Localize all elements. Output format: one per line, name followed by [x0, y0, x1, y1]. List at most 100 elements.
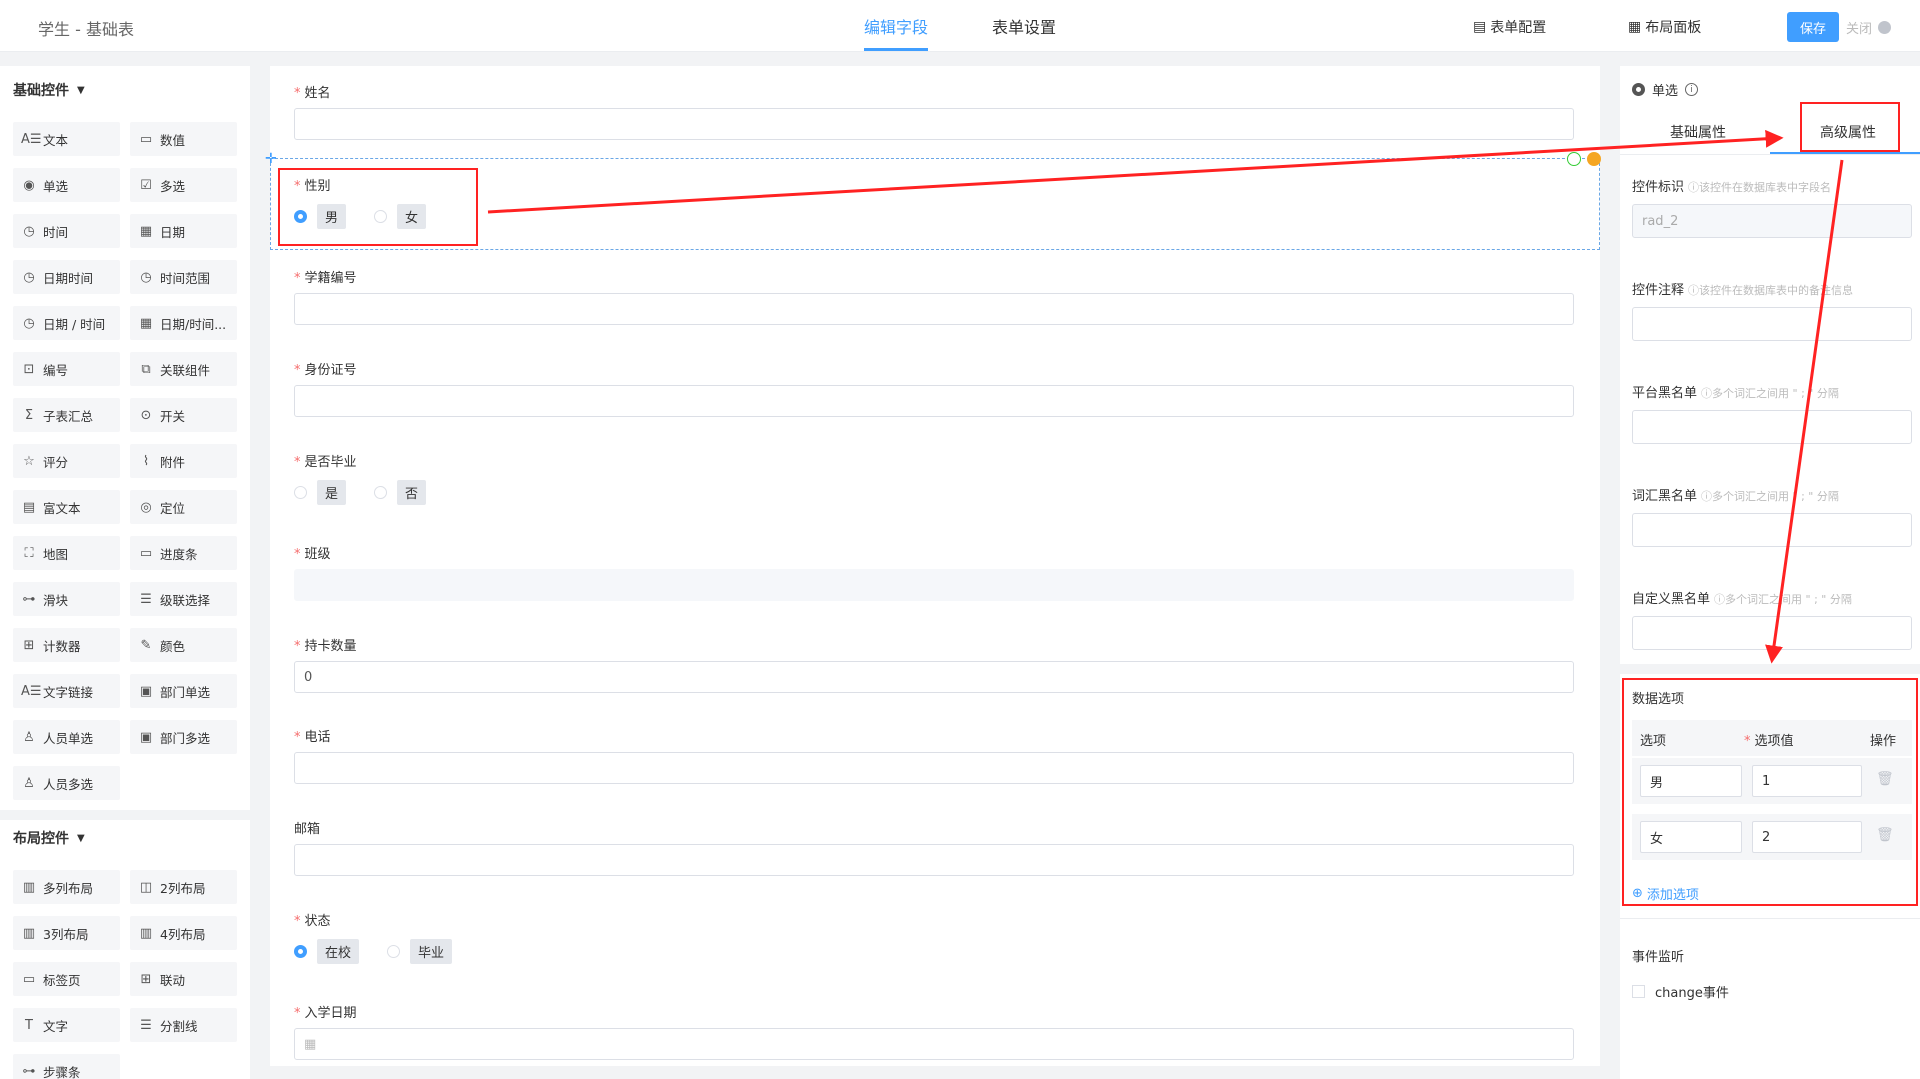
widget-basic-2[interactable]: ◉ 单选 — [13, 168, 120, 202]
widget-basic-6[interactable]: ◷ 日期时间 — [13, 260, 120, 294]
radio-button[interactable] — [294, 945, 307, 958]
widget-icon: ◉ — [23, 177, 35, 193]
save-button[interactable]: 保存 — [1787, 12, 1839, 42]
field-input[interactable] — [294, 569, 1574, 601]
widget-layout-7[interactable]: ☰ 分割线 — [130, 1008, 237, 1042]
widget-basic-22[interactable]: ⊞ 计数器 — [13, 628, 120, 662]
radio-option-label[interactable]: 在校 — [317, 939, 360, 964]
radio-button[interactable] — [294, 486, 307, 499]
widget-basic-3[interactable]: ☑ 多选 — [130, 168, 237, 202]
widget-basic-13[interactable]: ⊙ 开关 — [130, 398, 237, 432]
basic-controls-title[interactable]: 基础控件 ▼ — [13, 80, 85, 100]
widget-label: 联动 — [160, 972, 186, 988]
widget-layout-3[interactable]: ▥ 4列布局 — [130, 916, 237, 950]
widget-layout-4[interactable]: ▭ 标签页 — [13, 962, 120, 996]
widget-icon: ▭ — [139, 545, 153, 561]
widget-basic-17[interactable]: ◎ 定位 — [130, 490, 237, 524]
field-input[interactable] — [294, 385, 1574, 417]
divider — [0, 810, 250, 820]
widget-icon: ⊞ — [23, 637, 35, 653]
widget-basic-15[interactable]: ⌇ 附件 — [130, 444, 237, 478]
widget-basic-7[interactable]: ◷ 时间范围 — [130, 260, 237, 294]
radio-option-label[interactable]: 是 — [317, 480, 347, 505]
widget-label: 2列布局 — [160, 880, 206, 896]
widget-layout-8[interactable]: ⊶ 步骤条 — [13, 1054, 120, 1079]
widget-icon: ▣ — [139, 729, 153, 745]
widget-basic-1[interactable]: ▭ 数值 — [130, 122, 237, 156]
delete-icon[interactable] — [1587, 152, 1601, 166]
layout-controls-title[interactable]: 布局控件 ▼ — [13, 828, 85, 848]
widget-basic-18[interactable]: ⛶ 地图 — [13, 536, 120, 570]
widget-layout-1[interactable]: ◫ 2列布局 — [130, 870, 237, 904]
field-input[interactable] — [294, 293, 1574, 325]
widget-label: 日期时间 — [43, 270, 94, 286]
widget-basic-21[interactable]: ☰ 级联选择 — [130, 582, 237, 616]
copy-icon[interactable] — [1567, 152, 1581, 166]
widget-basic-14[interactable]: ☆ 评分 — [13, 444, 120, 478]
vocab-blacklist-input[interactable] — [1632, 513, 1912, 547]
widget-label: 日期 — [160, 224, 186, 240]
widget-basic-26[interactable]: ♙ 人员单选 — [13, 720, 120, 754]
widget-icon: ♙ — [23, 775, 35, 791]
tab-basic-props[interactable]: 基础属性 — [1670, 122, 1726, 142]
tab-edit-fields[interactable]: 编辑字段 — [864, 14, 929, 51]
widget-layout-6[interactable]: T 文字 — [13, 1008, 120, 1042]
widget-icon: ☑ — [140, 177, 152, 193]
widget-layout-2[interactable]: ▥ 3列布局 — [13, 916, 120, 950]
tab-form-settings[interactable]: 表单设置 — [992, 14, 1056, 48]
radio-button[interactable] — [374, 486, 388, 499]
widget-basic-8[interactable]: ◷ 日期 / 时间 — [13, 306, 120, 340]
widget-icon: ⧉ — [141, 361, 151, 377]
widget-icon: ◫ — [139, 879, 153, 895]
widget-label: 人员多选 — [43, 776, 94, 792]
widget-basic-5[interactable]: ▦ 日期 — [130, 214, 237, 248]
widget-basic-10[interactable]: ⊡ 编号 — [13, 352, 120, 386]
widget-basic-16[interactable]: ▤ 富文本 — [13, 490, 120, 524]
radio-option-label[interactable]: 否 — [397, 480, 427, 505]
widget-basic-23[interactable]: ✎ 颜色 — [130, 628, 237, 662]
field-input[interactable]: 0 — [294, 661, 1574, 693]
custom-blacklist-label: 自定义黑名单 ⓘ多个词汇之间用 " ; " 分隔 — [1632, 592, 1852, 607]
widget-label: 日期 / 时间 — [43, 316, 106, 332]
widget-basic-12[interactable]: Σ 子表汇总 — [13, 398, 120, 432]
widget-icon: ⊶ — [22, 1063, 36, 1079]
calendar-icon: ▦ — [304, 1036, 317, 1052]
widget-basic-25[interactable]: ▣ 部门单选 — [130, 674, 237, 708]
widget-basic-27[interactable]: ▣ 部门多选 — [130, 720, 237, 754]
custom-blacklist-input[interactable] — [1632, 616, 1912, 650]
widget-icon: ◷ — [23, 315, 35, 331]
change-event-checkbox[interactable] — [1632, 985, 1645, 998]
widget-icon: A☰ — [21, 131, 42, 147]
widget-layout-5[interactable]: ⊞ 联动 — [130, 962, 237, 996]
field-label: * 是否毕业 — [294, 455, 357, 470]
field-input[interactable] — [294, 752, 1574, 784]
control-id-input[interactable]: rad_2 — [1632, 204, 1912, 238]
widget-basic-0[interactable]: A☰ 文本 — [13, 122, 120, 156]
widget-basic-19[interactable]: ▭ 进度条 — [130, 536, 237, 570]
move-icon[interactable]: ✛ — [265, 151, 277, 167]
widget-icon: ⊙ — [140, 407, 152, 423]
top-header: 学生 - 基础表 编辑字段 表单设置 ▤ 表单配置 ▦ 布局面板 保存 关闭 — [0, 0, 1920, 52]
field-input[interactable] — [294, 844, 1574, 876]
radio-option-label[interactable]: 毕业 — [410, 939, 453, 964]
control-comment-input[interactable] — [1632, 307, 1912, 341]
platform-blacklist-input[interactable] — [1632, 410, 1912, 444]
widget-layout-0[interactable]: ▥ 多列布局 — [13, 870, 120, 904]
annotation-box-advanced-tab — [1800, 102, 1900, 152]
widget-basic-9[interactable]: ▦ 日期/时间... — [130, 306, 237, 340]
change-event-option[interactable]: change事件 — [1632, 982, 1729, 1001]
layout-panel-button[interactable]: ▦ 布局面板 — [1628, 17, 1701, 37]
field-input[interactable]: ▦ — [294, 1028, 1574, 1060]
close-button[interactable]: 关闭 — [1846, 18, 1892, 37]
annotation-box-options — [1622, 678, 1918, 906]
widget-basic-4[interactable]: ◷ 时间 — [13, 214, 120, 248]
radio-button[interactable] — [387, 945, 401, 958]
field-input[interactable] — [294, 108, 1574, 140]
form-config-button[interactable]: ▤ 表单配置 — [1473, 17, 1546, 37]
widget-basic-28[interactable]: ♙ 人员多选 — [13, 766, 120, 800]
widget-basic-11[interactable]: ⧉ 关联组件 — [130, 352, 237, 386]
active-tab-indicator — [1770, 152, 1920, 154]
widget-label: 滑块 — [43, 592, 69, 608]
widget-basic-24[interactable]: A☰ 文字链接 — [13, 674, 120, 708]
widget-basic-20[interactable]: ⊶ 滑块 — [13, 582, 120, 616]
